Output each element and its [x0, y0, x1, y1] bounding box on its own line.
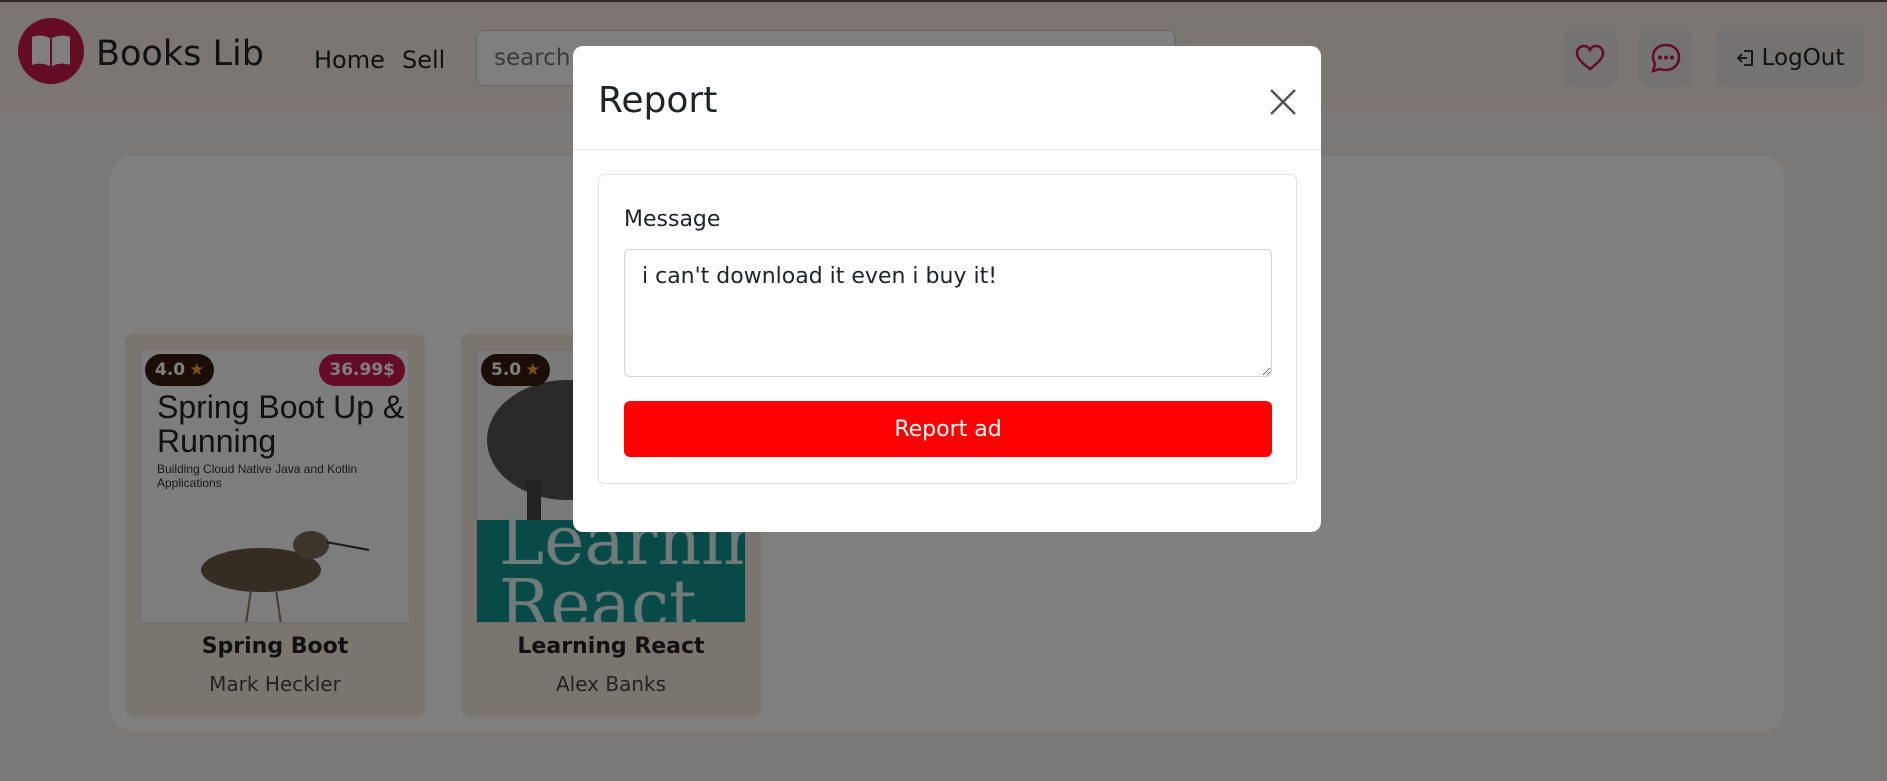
report-form: Message i can't download it even i buy i…	[598, 174, 1297, 484]
close-icon	[1270, 89, 1296, 115]
modal-divider	[573, 149, 1321, 150]
report-ad-button[interactable]: Report ad	[624, 401, 1272, 457]
message-label: Message	[624, 207, 721, 232]
message-textarea[interactable]: i can't download it even i buy it!	[624, 249, 1272, 377]
modal-title: Report	[598, 80, 718, 121]
report-modal: Report Message i can't download it even …	[573, 46, 1321, 532]
close-button[interactable]	[1263, 82, 1303, 122]
